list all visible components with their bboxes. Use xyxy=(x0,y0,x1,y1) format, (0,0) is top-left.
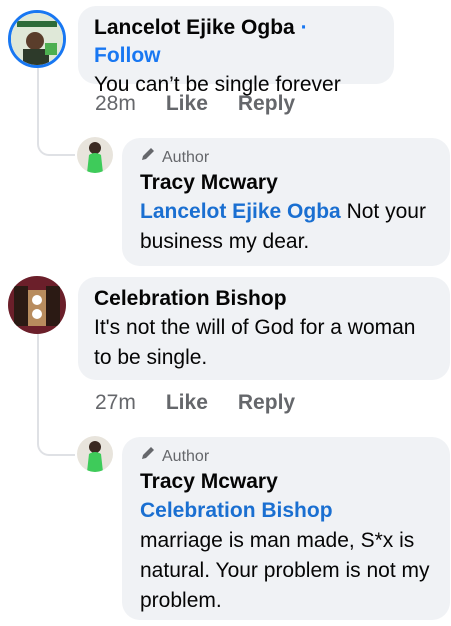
comment-author[interactable]: Lancelot Ejike Ogba xyxy=(94,16,295,39)
pencil-icon xyxy=(140,146,156,169)
comment-bubble: Lancelot Ejike Ogba · Follow You can’t b… xyxy=(78,6,394,96)
avatar-image xyxy=(77,137,113,173)
thread-line xyxy=(37,333,39,428)
comment-timestamp[interactable]: 28m xyxy=(95,92,136,116)
like-button[interactable]: Like xyxy=(166,92,208,116)
reply-bubble: Author Tracy Mcwary Celebration Bishop m… xyxy=(122,437,450,620)
thread-line xyxy=(37,68,39,128)
reply-button[interactable]: Reply xyxy=(238,92,295,116)
reply-text: marriage is man made, S*x is natural. Yo… xyxy=(140,529,430,612)
pencil-icon xyxy=(140,445,156,468)
mention-link[interactable]: Celebration Bishop xyxy=(140,496,432,526)
reply-bubble: Author Tracy Mcwary Lancelot Ejike Ogba … xyxy=(122,138,450,266)
comment-bubble: Celebration Bishop It's not the will of … xyxy=(78,277,450,380)
reply-author[interactable]: Tracy Mcwary xyxy=(140,169,432,197)
comment-text: It's not the will of God for a woman to … xyxy=(94,316,416,369)
author-badge: Author xyxy=(140,445,432,468)
comment-actions: 28m Like Reply xyxy=(95,92,295,116)
avatar[interactable] xyxy=(8,10,66,68)
follow-button[interactable]: Follow xyxy=(94,44,161,67)
separator-dot: · xyxy=(300,16,308,39)
comment-actions: 27m Like Reply xyxy=(95,391,295,415)
avatar[interactable] xyxy=(8,276,66,334)
author-badge: Author xyxy=(140,146,432,169)
reply-author[interactable]: Tracy Mcwary xyxy=(140,468,432,496)
author-badge-label: Author xyxy=(162,447,210,465)
comment-timestamp[interactable]: 27m xyxy=(95,391,136,415)
avatar-image xyxy=(11,13,63,65)
thread-connector xyxy=(37,128,75,156)
reply-button[interactable]: Reply xyxy=(238,391,295,415)
thread-connector xyxy=(37,428,75,456)
avatar[interactable] xyxy=(77,137,113,173)
avatar[interactable] xyxy=(77,436,113,472)
mention-link[interactable]: Lancelot Ejike Ogba xyxy=(140,200,341,223)
like-button[interactable]: Like xyxy=(166,391,208,415)
avatar-image xyxy=(77,436,113,472)
avatar-image xyxy=(8,276,66,334)
author-badge-label: Author xyxy=(162,148,210,166)
comment-author[interactable]: Celebration Bishop xyxy=(94,285,434,313)
